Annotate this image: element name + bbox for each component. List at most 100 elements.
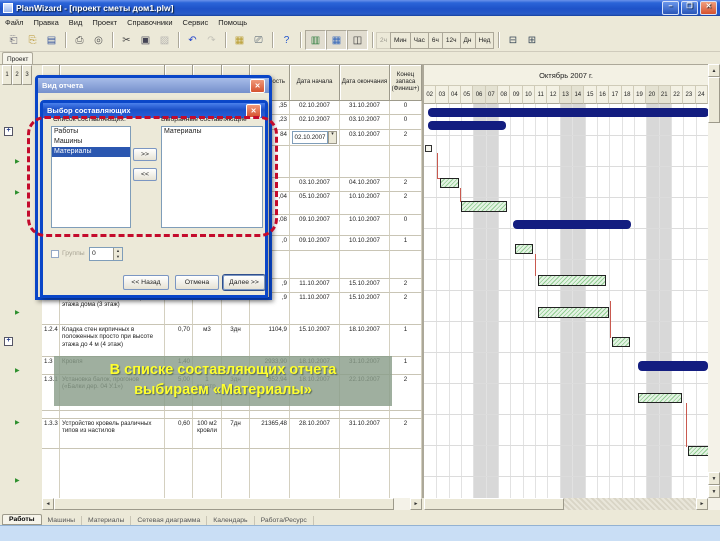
menu-item[interactable]: Сервис — [178, 18, 214, 27]
gantt-month-label: Октябрь 2007 г. — [539, 70, 593, 80]
group-level-spinner[interactable]: 0 ▲ ▼ — [89, 247, 123, 261]
scroll-down-button-2[interactable]: ▼ — [708, 485, 720, 498]
view-tab[interactable]: Машины — [42, 516, 82, 525]
gantt-bar-summary[interactable] — [638, 361, 708, 371]
properties-icon[interactable]: ⎚ — [249, 31, 268, 49]
menu-item[interactable]: Файл — [0, 18, 28, 27]
new-icon[interactable]: ⎗ — [4, 31, 23, 49]
undo-icon[interactable]: ↶ — [183, 31, 202, 49]
scale-hour-button[interactable]: Час — [409, 31, 429, 49]
spinner-down-icon[interactable]: ▼ — [114, 254, 122, 260]
table-scroll-right-button[interactable]: ► — [410, 498, 422, 510]
menu-item[interactable]: Помощь — [213, 18, 252, 27]
view-diagram-icon[interactable]: ▥ — [305, 30, 326, 50]
gantt-bar-summary[interactable] — [513, 220, 631, 229]
table-hscrollbar-thumb[interactable] — [54, 498, 394, 510]
gantt-gridline-v — [485, 104, 487, 500]
help-icon[interactable]: ? — [277, 31, 296, 49]
print-icon[interactable]: ⎙ — [70, 31, 89, 49]
view-tab[interactable]: Календарь — [207, 516, 255, 525]
scale-week-button[interactable]: Нед — [474, 31, 495, 49]
insert-task-icon[interactable]: ▦ — [230, 31, 249, 49]
table-row[interactable]: 1.3.3 Устройство кровель различных типов … — [42, 419, 422, 449]
menu-item[interactable]: Вид — [64, 18, 88, 27]
expand-node-icon[interactable]: + — [4, 337, 13, 346]
view-gantt-icon[interactable]: ◫ — [347, 30, 368, 50]
scale-day-button[interactable]: Дн — [459, 31, 476, 49]
report-type-dialog-titlebar[interactable]: Вид отчета ✕ — [38, 78, 269, 93]
menu-item[interactable]: Проект — [87, 18, 122, 27]
paste-icon[interactable]: ▨ — [155, 31, 174, 49]
column-header[interactable]: Дата окончания — [340, 65, 390, 101]
column-header[interactable]: Конец запаса (Финиш+) — [390, 65, 422, 101]
minimize-button[interactable]: – — [662, 1, 679, 15]
gantt-bar-task[interactable] — [688, 446, 708, 456]
save-icon[interactable]: ▤ — [42, 31, 61, 49]
print-preview-icon[interactable]: ◎ — [89, 31, 108, 49]
date-edit-spinner-icon[interactable]: ▾ — [328, 131, 337, 144]
view-tab[interactable]: Работы — [2, 514, 42, 525]
report-type-dialog-title: Вид отчета — [42, 81, 84, 90]
window-title: PlanWizard - [проект сметы дом1.plw] — [16, 3, 174, 13]
expand-all-icon[interactable]: ⊞ — [522, 31, 541, 49]
cell-name: Устройство кровель различных типов из на… — [60, 419, 165, 449]
view-tab[interactable]: Работа/Ресурс — [255, 516, 314, 525]
scale-12h-button[interactable]: 12ч — [441, 31, 461, 49]
table-row[interactable]: 1.2.4 Кладка стен кирпичных в положенных … — [42, 325, 422, 357]
gantt-bar-task[interactable] — [440, 178, 459, 188]
gantt-bar-task[interactable] — [538, 275, 606, 286]
view-tab[interactable]: Сетевая диаграмма — [131, 516, 208, 525]
scroll-up-button[interactable]: ▲ — [708, 64, 720, 77]
gantt-bar-task[interactable] — [461, 201, 507, 212]
close-button[interactable]: ✕ — [700, 1, 717, 15]
vertical-scrollbar-thumb[interactable] — [708, 77, 720, 123]
gantt-bar-summary[interactable] — [428, 121, 506, 130]
column-header[interactable]: Дата начала — [290, 65, 340, 101]
scale-6h-button[interactable]: 6ч — [427, 31, 443, 49]
report-type-dialog-close-icon[interactable]: ✕ — [250, 78, 265, 93]
table-row[interactable] — [42, 411, 422, 419]
groups-checkbox[interactable] — [51, 250, 59, 258]
view-table-icon[interactable]: ▦ — [326, 30, 347, 50]
spinner-arrows[interactable]: ▲ ▼ — [113, 248, 122, 260]
task-arrow-icon: ▶ — [15, 478, 20, 484]
gantt-bar-task[interactable] — [638, 393, 682, 403]
expand-node-icon[interactable]: + — [4, 127, 13, 136]
task-arrow-icon: ▶ — [15, 310, 20, 316]
menu-bar: Файл Правка Вид Проект Справочники Сервис Помо… — [0, 16, 720, 29]
cut-icon[interactable]: ✂ — [117, 31, 136, 49]
cancel-button[interactable]: Отмена — [175, 275, 219, 290]
redo-icon[interactable]: ↷ — [202, 31, 221, 49]
scroll-down-button[interactable]: ▼ — [708, 472, 720, 485]
cell-end: 31.10.2007 — [340, 101, 390, 115]
menu-item[interactable]: Правка — [28, 18, 63, 27]
gantt-bar-summary[interactable] — [428, 108, 708, 117]
menu-item[interactable]: Справочники — [122, 18, 177, 27]
gantt-hscrollbar-thumb[interactable] — [424, 498, 564, 510]
collapse-all-icon[interactable]: ⊟ — [503, 31, 522, 49]
table-row[interactable] — [42, 449, 422, 498]
scale-2h-button[interactable]: 2ч — [376, 31, 392, 49]
scale-min-button[interactable]: Мин — [390, 31, 411, 49]
cell-slack: 2 — [390, 279, 422, 293]
cell-dur: 7дн — [222, 419, 250, 449]
copy-icon[interactable]: ▣ — [136, 31, 155, 49]
cell-cost: 21365,48 — [250, 419, 290, 449]
vertical-scrollbar-track[interactable] — [708, 77, 720, 472]
toolbar-separator — [498, 32, 500, 48]
gantt-scroll-right-button[interactable]: ► — [696, 498, 708, 510]
cell-cost — [250, 411, 290, 419]
gantt-bar-task[interactable] — [515, 244, 533, 254]
view-tab[interactable]: Материалы — [82, 516, 132, 525]
next-button[interactable]: Далее >> — [223, 275, 265, 290]
date-edit-input[interactable]: 02.10.2007 — [292, 131, 328, 144]
gantt-bar-task[interactable] — [538, 307, 609, 318]
restore-button[interactable]: ❐ — [681, 1, 698, 15]
open-icon[interactable]: ⎘ — [23, 31, 42, 49]
table-scroll-left-button[interactable]: ◄ — [42, 498, 54, 510]
outline-level-header: 1 — [2, 65, 12, 85]
gantt-bar-task[interactable] — [612, 337, 630, 347]
back-button[interactable]: << Назад — [123, 275, 169, 290]
gantt-bar-milestone[interactable] — [425, 145, 432, 152]
app-icon — [3, 3, 13, 13]
